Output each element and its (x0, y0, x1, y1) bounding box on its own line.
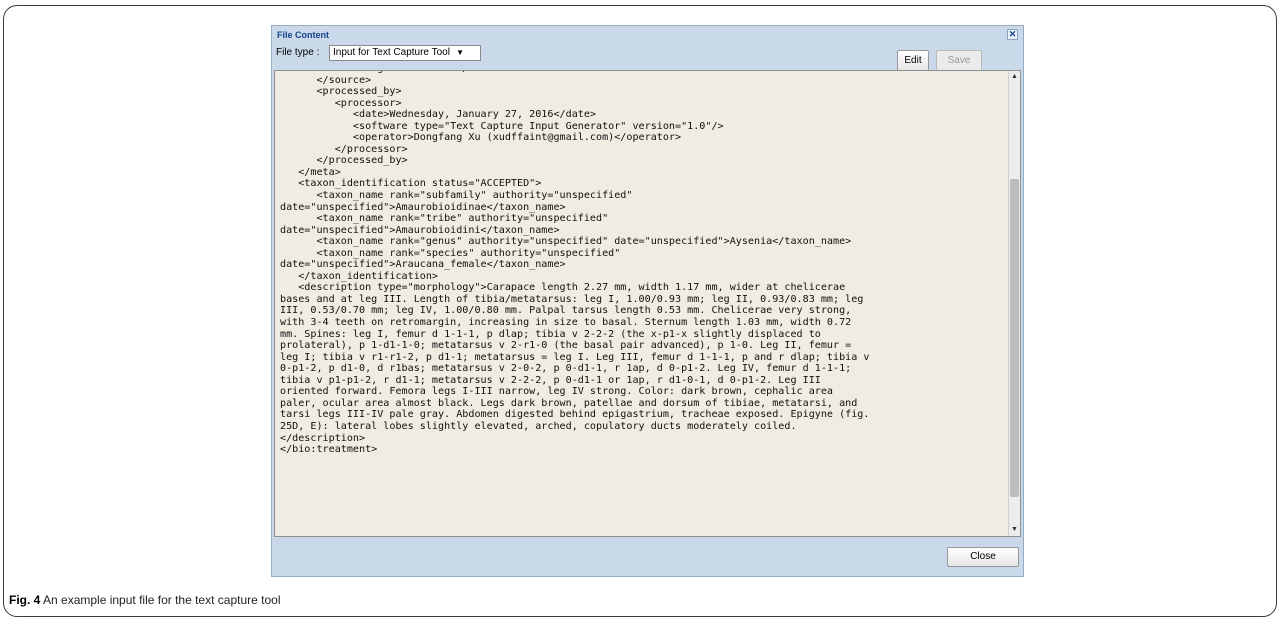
content-line: <taxon_name rank="species" authority="un… (280, 247, 621, 259)
content-line: 0-p1-2, p d1-0, d r1bas; metatarsus v 2-… (280, 363, 852, 375)
content-line: </source> (280, 74, 372, 86)
content-line: Revision at the generic level</title> (280, 71, 505, 74)
content-line: </processed_by> (280, 155, 408, 167)
content-line: <taxon_identification status="ACCEPTED"> (280, 178, 542, 190)
content-line: <description type="morphology">Carapace … (280, 282, 846, 294)
file-type-value: Input for Text Capture Tool (333, 47, 450, 58)
content-line: leg I; tibia v r1-r1-2, p d1-1; metatars… (280, 351, 870, 363)
chevron-down-icon: ▼ (456, 48, 464, 57)
content-line: <operator>Dongfang Xu (xudffaint@gmail.c… (280, 132, 682, 144)
edit-button[interactable]: Edit (897, 50, 929, 72)
content-line: <date>Wednesday, January 27, 2016</date> (280, 109, 597, 121)
content-line: 25D, E): lateral lobes slightly elevated… (280, 420, 797, 432)
close-icon[interactable]: ✕ (1007, 29, 1018, 40)
content-line: date="unspecified">Araucana_female</taxo… (280, 259, 566, 271)
file-content-dialog: File Content ✕ File type : Input for Tex… (271, 25, 1024, 577)
content-line: with 3-4 teeth on retromargin, increasin… (280, 317, 852, 329)
caption-text: An example input file for the text captu… (40, 593, 281, 607)
content-line: <taxon_name rank="genus" authority="unsp… (280, 236, 852, 248)
figure-label: Fig. 4 (9, 593, 41, 607)
content-line: </processor> (280, 143, 408, 155)
content-line: <processed_by> (280, 86, 402, 98)
content-line: bases and at leg III. Length of tibia/me… (280, 293, 864, 305)
content-line: tarsi legs III-IV pale gray. Abdomen dig… (280, 409, 870, 421)
scrollbar-thumb[interactable] (1010, 179, 1019, 497)
content-line: paler, ocular area almost black. Legs da… (280, 397, 858, 409)
content-line: <software type="Text Capture Input Gener… (280, 120, 724, 132)
content-line: </description> (280, 432, 366, 444)
content-line: </bio:treatment> (280, 444, 378, 456)
scroll-down-icon[interactable]: ▼ (1009, 524, 1020, 536)
figure-caption: Fig. 4 An example input file for the tex… (9, 593, 280, 607)
close-button[interactable]: Close (947, 547, 1019, 567)
content-line: <processor> (280, 97, 402, 109)
dialog-title: File Content (277, 30, 329, 40)
scroll-up-icon[interactable]: ▲ (1009, 71, 1020, 83)
content-line: date="unspecified">Amaurobioidinae</taxo… (280, 201, 566, 213)
content-line: <taxon_name rank="tribe" authority="unsp… (280, 213, 609, 225)
content-line: </taxon_identification> (280, 270, 439, 282)
save-button[interactable]: Save (936, 50, 982, 72)
content-line: <taxon_name rank="subfamily" authority="… (280, 190, 633, 202)
vertical-scrollbar[interactable]: ▲ ▼ (1008, 71, 1020, 536)
content-line: mm. Spines: leg I, femur d 1-1-1, p dlap… (280, 328, 821, 340)
file-type-label: File type : (276, 47, 320, 58)
file-content-text: Revision at the generic level</title> </… (280, 71, 870, 456)
content-line: date="unspecified">Amaurobioidini</taxon… (280, 224, 560, 236)
content-line: prolateral), p 1-d1-1-0; metatarsus v 2-… (280, 340, 852, 352)
file-type-select[interactable]: Input for Text Capture Tool ▼ (329, 45, 481, 61)
content-line: III, 0.53/0.70 mm; leg IV, 1.00/0.80 mm.… (280, 305, 852, 317)
content-line: </meta> (280, 166, 341, 178)
content-line: oriented forward. Femora legs I-III narr… (280, 386, 834, 398)
file-content-textarea[interactable]: Revision at the generic level</title> </… (274, 70, 1021, 537)
content-line: tibia v p1-p1-2, r d1-1; metatarsus v 2-… (280, 374, 821, 386)
